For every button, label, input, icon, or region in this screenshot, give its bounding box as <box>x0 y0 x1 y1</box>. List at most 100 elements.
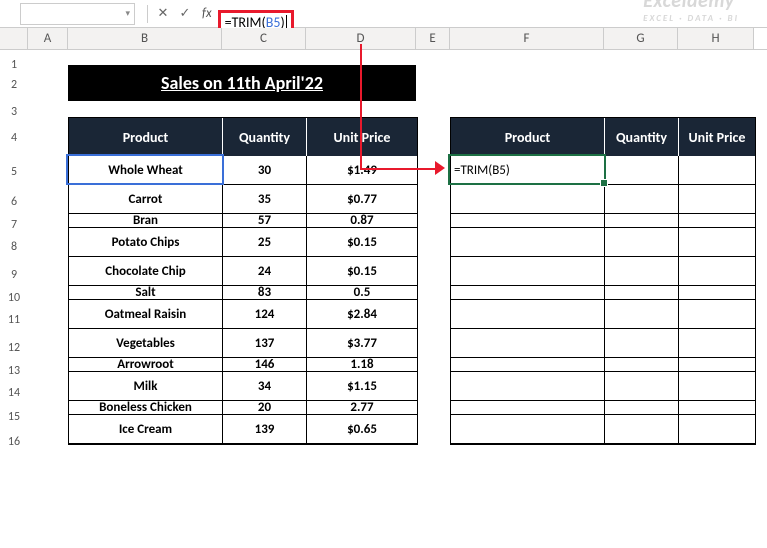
cell[interactable] <box>679 372 755 401</box>
cell[interactable]: 0.87 <box>307 214 417 228</box>
col-header-C[interactable]: C <box>222 28 306 49</box>
row-header-1[interactable]: 1 <box>0 58 28 72</box>
row-header-11[interactable]: 11 <box>0 313 28 327</box>
row-header-15[interactable]: 15 <box>0 410 28 424</box>
cell[interactable]: $0.65 <box>307 415 417 444</box>
cell[interactable]: 57 <box>223 214 307 228</box>
cell[interactable] <box>451 401 605 415</box>
cell[interactable]: Chocolate Chip <box>69 257 223 286</box>
cell[interactable] <box>679 214 755 228</box>
cell[interactable] <box>605 214 679 228</box>
row-header-14[interactable]: 14 <box>0 386 28 400</box>
cell[interactable] <box>451 300 605 329</box>
cell[interactable]: 35 <box>223 185 307 214</box>
cell[interactable] <box>451 228 605 257</box>
cell[interactable]: 1.18 <box>307 358 417 372</box>
cell[interactable]: $0.77 <box>307 185 417 214</box>
row-header-3[interactable]: 3 <box>0 105 28 119</box>
col-header-F[interactable]: F <box>450 28 604 49</box>
cell[interactable]: Milk <box>69 372 223 401</box>
cell[interactable] <box>679 185 755 214</box>
cell[interactable]: 30 <box>223 156 307 185</box>
cell[interactable] <box>605 401 679 415</box>
cell[interactable] <box>679 358 755 372</box>
cell[interactable] <box>451 329 605 358</box>
cell[interactable] <box>451 286 605 300</box>
cancel-icon[interactable]: ✕ <box>152 6 174 21</box>
cell[interactable]: 83 <box>223 286 307 300</box>
cell[interactable]: 2.77 <box>307 401 417 415</box>
cell[interactable]: 24 <box>223 257 307 286</box>
name-box[interactable] <box>20 3 135 25</box>
cell[interactable]: Whole Wheat <box>69 156 223 185</box>
row-header-7[interactable]: 7 <box>0 218 28 232</box>
row-header-9[interactable]: 9 <box>0 268 28 282</box>
row-header-13[interactable]: 13 <box>0 364 28 378</box>
cell[interactable] <box>451 257 605 286</box>
cell[interactable] <box>605 415 679 444</box>
cell[interactable] <box>679 156 755 185</box>
cell[interactable] <box>605 257 679 286</box>
row-header-5[interactable]: 5 <box>0 165 28 179</box>
row-header-8[interactable]: 8 <box>0 240 28 254</box>
cell[interactable]: 124 <box>223 300 307 329</box>
cell[interactable]: Bran <box>69 214 223 228</box>
cell[interactable]: $3.77 <box>307 329 417 358</box>
row-header-6[interactable]: 6 <box>0 195 28 209</box>
cell-F5-active[interactable]: =TRIM(B5) <box>451 156 605 185</box>
col-header-A[interactable]: A <box>28 28 68 49</box>
cell[interactable]: 20 <box>223 401 307 415</box>
cell[interactable] <box>605 286 679 300</box>
cell[interactable] <box>605 156 679 185</box>
cell[interactable] <box>679 329 755 358</box>
row-header-10[interactable]: 10 <box>0 291 28 305</box>
cell[interactable]: Carrot <box>69 185 223 214</box>
cell[interactable] <box>451 214 605 228</box>
row-header-2[interactable]: 2 <box>0 78 28 92</box>
cell[interactable]: $1.15 <box>307 372 417 401</box>
cell[interactable] <box>605 185 679 214</box>
row-header-4[interactable]: 4 <box>0 131 28 145</box>
col-header-G[interactable]: G <box>604 28 678 49</box>
row-header-16[interactable]: 16 <box>0 435 28 449</box>
cell[interactable] <box>679 257 755 286</box>
select-all-corner[interactable] <box>0 28 28 49</box>
col-header-E[interactable]: E <box>416 28 450 49</box>
cell[interactable]: Vegetables <box>69 329 223 358</box>
col-header-B[interactable]: B <box>68 28 222 49</box>
cell[interactable]: $0.15 <box>307 228 417 257</box>
cell[interactable]: Ice Cream <box>69 415 223 444</box>
cell[interactable]: $1.49 <box>307 156 417 185</box>
cell[interactable] <box>679 300 755 329</box>
cell[interactable]: Salt <box>69 286 223 300</box>
cell[interactable] <box>605 329 679 358</box>
cell[interactable]: Oatmeal Raisin <box>69 300 223 329</box>
col-header-H[interactable]: H <box>678 28 754 49</box>
cell[interactable]: 146 <box>223 358 307 372</box>
enter-icon[interactable]: ✓ <box>174 6 196 21</box>
cell[interactable]: Boneless Chicken <box>69 401 223 415</box>
cell[interactable] <box>679 286 755 300</box>
cell[interactable] <box>605 228 679 257</box>
cell[interactable] <box>451 185 605 214</box>
cell[interactable]: 137 <box>223 329 307 358</box>
cell[interactable]: $0.15 <box>307 257 417 286</box>
cell[interactable] <box>451 415 605 444</box>
cell[interactable]: Potato Chips <box>69 228 223 257</box>
cell[interactable] <box>451 372 605 401</box>
col-header-D[interactable]: D <box>306 28 416 49</box>
cell[interactable] <box>679 401 755 415</box>
cell[interactable]: $2.84 <box>307 300 417 329</box>
cell[interactable] <box>605 372 679 401</box>
fx-icon[interactable]: fx <box>202 6 212 21</box>
cell[interactable]: 25 <box>223 228 307 257</box>
cell[interactable]: 0.5 <box>307 286 417 300</box>
cell[interactable] <box>605 358 679 372</box>
row-header-12[interactable]: 12 <box>0 341 28 355</box>
cell[interactable] <box>679 415 755 444</box>
cell[interactable] <box>679 228 755 257</box>
cell[interactable]: 34 <box>223 372 307 401</box>
cell[interactable]: Arrowroot <box>69 358 223 372</box>
cell[interactable] <box>605 300 679 329</box>
spreadsheet-grid[interactable]: A B C D E F G H 1 2 3 4 5 6 7 8 9 10 11 … <box>0 28 767 50</box>
